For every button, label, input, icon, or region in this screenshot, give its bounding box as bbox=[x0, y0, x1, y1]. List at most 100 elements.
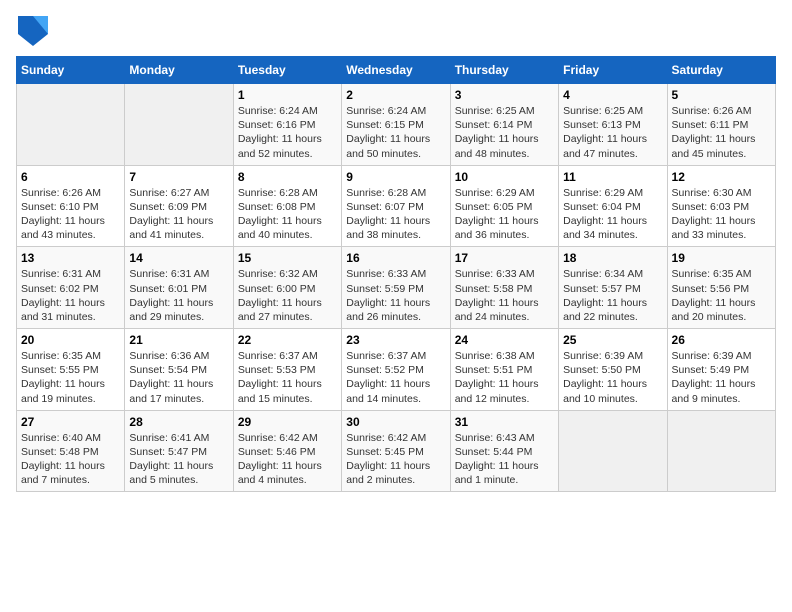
day-info: Sunrise: 6:26 AM Sunset: 6:10 PM Dayligh… bbox=[21, 186, 120, 243]
calendar-cell: 25Sunrise: 6:39 AM Sunset: 5:50 PM Dayli… bbox=[559, 329, 667, 411]
day-info: Sunrise: 6:27 AM Sunset: 6:09 PM Dayligh… bbox=[129, 186, 228, 243]
calendar-cell: 3Sunrise: 6:25 AM Sunset: 6:14 PM Daylig… bbox=[450, 84, 558, 166]
calendar-cell: 21 Sunrise: 6:36 AM Sunset: 5:54 PM Dayli… bbox=[125, 329, 233, 411]
day-info: Sunrise: 6:31 AM Sunset: 6:02 PM Dayligh… bbox=[21, 267, 120, 324]
calendar-cell: 12Sunrise: 6:30 AM Sunset: 6:03 PM Dayli… bbox=[667, 165, 775, 247]
day-info: Sunrise: 6:28 AM Sunset: 6:07 PM Dayligh… bbox=[346, 186, 445, 243]
page-header bbox=[16, 16, 776, 46]
day-info: Sunrise: 6:33 AM Sunset: 5:59 PM Dayligh… bbox=[346, 267, 445, 324]
weekday-header-tuesday: Tuesday bbox=[233, 57, 341, 84]
day-info: Sunrise: 6:41 AM Sunset: 5:47 PM Dayligh… bbox=[129, 431, 228, 488]
day-number: 5 bbox=[672, 88, 771, 102]
day-info: Sunrise: 6:36 AM Sunset: 5:54 PM Dayligh… bbox=[129, 349, 228, 406]
calendar-week-row: 6 Sunrise: 6:26 AM Sunset: 6:10 PM Daylig… bbox=[17, 165, 776, 247]
day-number: 13 bbox=[21, 251, 120, 265]
day-number: 1 bbox=[238, 88, 337, 102]
calendar-cell: 24Sunrise: 6:38 AM Sunset: 5:51 PM Dayli… bbox=[450, 329, 558, 411]
day-info: Sunrise: 6:37 AM Sunset: 5:53 PM Dayligh… bbox=[238, 349, 337, 406]
day-number: 11 bbox=[563, 170, 662, 184]
day-number: 6 bbox=[21, 170, 120, 184]
day-number: 18 bbox=[563, 251, 662, 265]
calendar-week-row: 1 Sunrise: 6:24 AM Sunset: 6:16 PM Daylig… bbox=[17, 84, 776, 166]
day-number: 19 bbox=[672, 251, 771, 265]
weekday-header-friday: Friday bbox=[559, 57, 667, 84]
calendar-week-row: 27 Sunrise: 6:40 AM Sunset: 5:48 PM Dayli… bbox=[17, 410, 776, 492]
day-number: 30 bbox=[346, 415, 445, 429]
calendar-cell: 28Sunrise: 6:41 AM Sunset: 5:47 PM Dayli… bbox=[125, 410, 233, 492]
day-number: 8 bbox=[238, 170, 337, 184]
calendar-cell: 4 Sunrise: 6:25 AM Sunset: 6:13 PM Daylig… bbox=[559, 84, 667, 166]
calendar-cell: 22 Sunrise: 6:37 AM Sunset: 5:53 PM Dayli… bbox=[233, 329, 341, 411]
calendar-cell: 30 Sunrise: 6:42 AM Sunset: 5:45 PM Dayli… bbox=[342, 410, 450, 492]
day-info: Sunrise: 6:24 AM Sunset: 6:15 PM Dayligh… bbox=[346, 104, 445, 161]
day-info: Sunrise: 6:32 AM Sunset: 6:00 PM Dayligh… bbox=[238, 267, 337, 324]
day-info: Sunrise: 6:37 AM Sunset: 5:52 PM Dayligh… bbox=[346, 349, 445, 406]
calendar-cell: 11 Sunrise: 6:29 AM Sunset: 6:04 PM Dayli… bbox=[559, 165, 667, 247]
day-info: Sunrise: 6:29 AM Sunset: 6:05 PM Dayligh… bbox=[455, 186, 554, 243]
calendar-table: SundayMondayTuesdayWednesdayThursdayFrid… bbox=[16, 56, 776, 492]
calendar-cell: 8 Sunrise: 6:28 AM Sunset: 6:08 PM Daylig… bbox=[233, 165, 341, 247]
calendar-cell bbox=[667, 410, 775, 492]
day-info: Sunrise: 6:25 AM Sunset: 6:14 PM Dayligh… bbox=[455, 104, 554, 161]
calendar-cell: 26 Sunrise: 6:39 AM Sunset: 5:49 PM Dayli… bbox=[667, 329, 775, 411]
calendar-cell: 27 Sunrise: 6:40 AM Sunset: 5:48 PM Dayli… bbox=[17, 410, 125, 492]
day-number: 26 bbox=[672, 333, 771, 347]
day-info: Sunrise: 6:24 AM Sunset: 6:16 PM Dayligh… bbox=[238, 104, 337, 161]
calendar-cell: 9 Sunrise: 6:28 AM Sunset: 6:07 PM Daylig… bbox=[342, 165, 450, 247]
calendar-cell: 17 Sunrise: 6:33 AM Sunset: 5:58 PM Dayli… bbox=[450, 247, 558, 329]
day-number: 20 bbox=[21, 333, 120, 347]
day-number: 22 bbox=[238, 333, 337, 347]
calendar-cell: 16 Sunrise: 6:33 AM Sunset: 5:59 PM Dayli… bbox=[342, 247, 450, 329]
day-info: Sunrise: 6:34 AM Sunset: 5:57 PM Dayligh… bbox=[563, 267, 662, 324]
day-number: 16 bbox=[346, 251, 445, 265]
calendar-cell: 10 Sunrise: 6:29 AM Sunset: 6:05 PM Dayli… bbox=[450, 165, 558, 247]
day-number: 4 bbox=[563, 88, 662, 102]
weekday-header-wednesday: Wednesday bbox=[342, 57, 450, 84]
day-number: 14 bbox=[129, 251, 228, 265]
day-info: Sunrise: 6:28 AM Sunset: 6:08 PM Dayligh… bbox=[238, 186, 337, 243]
calendar-cell bbox=[559, 410, 667, 492]
calendar-cell: 23 Sunrise: 6:37 AM Sunset: 5:52 PM Dayli… bbox=[342, 329, 450, 411]
day-number: 29 bbox=[238, 415, 337, 429]
day-info: Sunrise: 6:29 AM Sunset: 6:04 PM Dayligh… bbox=[563, 186, 662, 243]
day-info: Sunrise: 6:26 AM Sunset: 6:11 PM Dayligh… bbox=[672, 104, 771, 161]
day-number: 2 bbox=[346, 88, 445, 102]
day-info: Sunrise: 6:42 AM Sunset: 5:46 PM Dayligh… bbox=[238, 431, 337, 488]
calendar-cell: 5 Sunrise: 6:26 AM Sunset: 6:11 PM Daylig… bbox=[667, 84, 775, 166]
day-info: Sunrise: 6:40 AM Sunset: 5:48 PM Dayligh… bbox=[21, 431, 120, 488]
weekday-header-row: SundayMondayTuesdayWednesdayThursdayFrid… bbox=[17, 57, 776, 84]
calendar-cell: 1 Sunrise: 6:24 AM Sunset: 6:16 PM Daylig… bbox=[233, 84, 341, 166]
day-number: 17 bbox=[455, 251, 554, 265]
calendar-cell: 7 Sunrise: 6:27 AM Sunset: 6:09 PM Daylig… bbox=[125, 165, 233, 247]
day-info: Sunrise: 6:33 AM Sunset: 5:58 PM Dayligh… bbox=[455, 267, 554, 324]
calendar-cell: 15 Sunrise: 6:32 AM Sunset: 6:00 PM Dayli… bbox=[233, 247, 341, 329]
weekday-header-sunday: Sunday bbox=[17, 57, 125, 84]
day-info: Sunrise: 6:39 AM Sunset: 5:49 PM Dayligh… bbox=[672, 349, 771, 406]
day-info: Sunrise: 6:31 AM Sunset: 6:01 PM Dayligh… bbox=[129, 267, 228, 324]
calendar-cell: 13 Sunrise: 6:31 AM Sunset: 6:02 PM Dayli… bbox=[17, 247, 125, 329]
calendar-cell bbox=[17, 84, 125, 166]
day-info: Sunrise: 6:43 AM Sunset: 5:44 PM Dayligh… bbox=[455, 431, 554, 488]
calendar-cell: 6 Sunrise: 6:26 AM Sunset: 6:10 PM Daylig… bbox=[17, 165, 125, 247]
day-number: 15 bbox=[238, 251, 337, 265]
day-info: Sunrise: 6:42 AM Sunset: 5:45 PM Dayligh… bbox=[346, 431, 445, 488]
day-number: 23 bbox=[346, 333, 445, 347]
weekday-header-monday: Monday bbox=[125, 57, 233, 84]
day-info: Sunrise: 6:30 AM Sunset: 6:03 PM Dayligh… bbox=[672, 186, 771, 243]
weekday-header-thursday: Thursday bbox=[450, 57, 558, 84]
calendar-cell: 19 Sunrise: 6:35 AM Sunset: 5:56 PM Dayli… bbox=[667, 247, 775, 329]
calendar-week-row: 13 Sunrise: 6:31 AM Sunset: 6:02 PM Dayli… bbox=[17, 247, 776, 329]
day-info: Sunrise: 6:35 AM Sunset: 5:56 PM Dayligh… bbox=[672, 267, 771, 324]
calendar-cell: 20Sunrise: 6:35 AM Sunset: 5:55 PM Dayli… bbox=[17, 329, 125, 411]
logo bbox=[16, 16, 48, 46]
day-number: 27 bbox=[21, 415, 120, 429]
day-number: 21 bbox=[129, 333, 228, 347]
calendar-week-row: 20Sunrise: 6:35 AM Sunset: 5:55 PM Dayli… bbox=[17, 329, 776, 411]
day-number: 9 bbox=[346, 170, 445, 184]
day-info: Sunrise: 6:25 AM Sunset: 6:13 PM Dayligh… bbox=[563, 104, 662, 161]
day-number: 10 bbox=[455, 170, 554, 184]
calendar-cell: 18 Sunrise: 6:34 AM Sunset: 5:57 PM Dayli… bbox=[559, 247, 667, 329]
calendar-cell: 2 Sunrise: 6:24 AM Sunset: 6:15 PM Daylig… bbox=[342, 84, 450, 166]
day-number: 7 bbox=[129, 170, 228, 184]
day-number: 24 bbox=[455, 333, 554, 347]
